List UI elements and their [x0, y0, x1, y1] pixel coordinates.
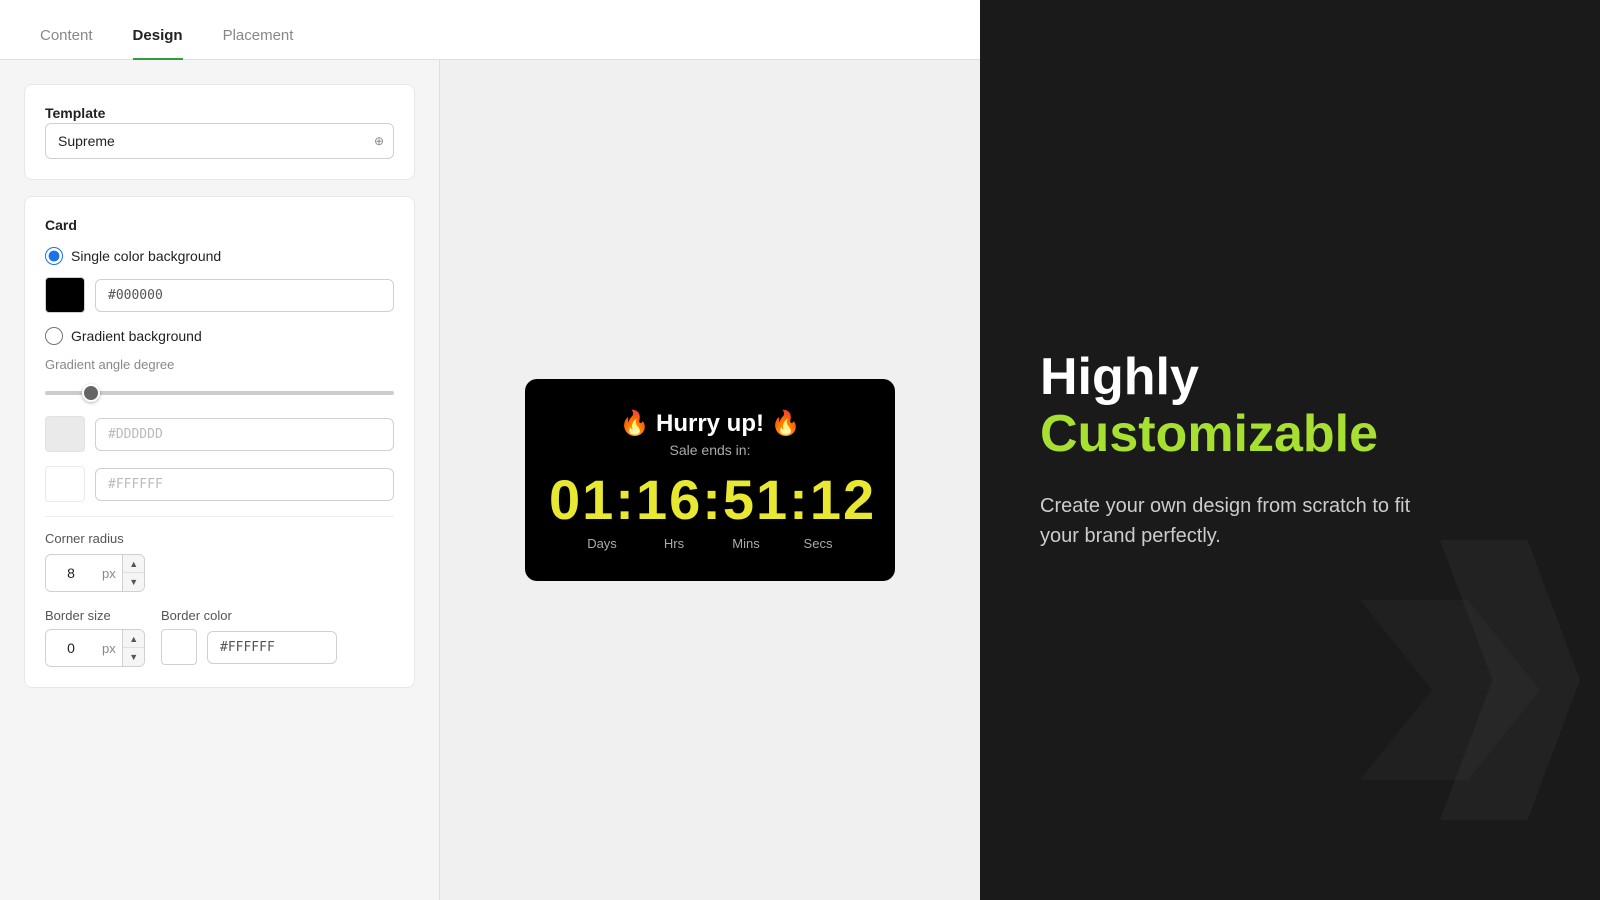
- countdown-label-mins: Mins: [710, 536, 782, 551]
- countdown-label-hrs: Hrs: [638, 536, 710, 551]
- border-size-label: Border size: [45, 608, 145, 623]
- corner-radius-row: px ▲ ▼: [45, 554, 394, 592]
- corner-radius-input-wrapper: px ▲ ▼: [45, 554, 145, 592]
- border-size-unit: px: [96, 641, 122, 656]
- single-color-radio[interactable]: [45, 247, 63, 265]
- border-color-swatch[interactable]: [161, 629, 197, 665]
- gradient-color1-input[interactable]: [95, 418, 394, 451]
- gradient-color2-input[interactable]: [95, 468, 394, 501]
- tab-bar: Content Design Placement: [0, 0, 980, 60]
- border-color-input[interactable]: [207, 631, 337, 664]
- card-section-title: Card: [45, 217, 394, 233]
- border-color-label: Border color: [161, 608, 337, 623]
- tab-placement[interactable]: Placement: [223, 13, 294, 60]
- gradient-angle-slider[interactable]: [45, 391, 394, 395]
- border-size-input[interactable]: [46, 632, 96, 664]
- gradient-angle-container: Gradient angle degree: [45, 357, 394, 400]
- preview-area: 🔥 Hurry up! 🔥 Sale ends in: 01:16:51:12 …: [440, 60, 980, 900]
- countdown-label-secs: Secs: [782, 536, 854, 551]
- border-row: Border size px ▲ ▼ Border color: [45, 608, 394, 667]
- border-size-input-wrapper: px ▲ ▼: [45, 629, 145, 667]
- border-size-down[interactable]: ▼: [123, 648, 145, 666]
- corner-radius-label: Corner radius: [45, 531, 394, 546]
- template-section: Template Supreme Classic Minimal ⊕: [24, 84, 415, 180]
- corner-radius-unit: px: [96, 566, 122, 581]
- countdown-card: 🔥 Hurry up! 🔥 Sale ends in: 01:16:51:12 …: [525, 379, 895, 581]
- gradient-color1-swatch[interactable]: [45, 416, 85, 452]
- card-section: Card Single color background Gradient ba…: [24, 196, 415, 688]
- right-panel: Highly Customizable Create your own desi…: [980, 0, 1600, 900]
- border-color-group: Border color: [161, 608, 337, 667]
- gradient-color2-swatch[interactable]: [45, 466, 85, 502]
- corner-radius-down[interactable]: ▼: [123, 573, 145, 591]
- tab-content[interactable]: Content: [40, 13, 93, 60]
- corner-radius-input[interactable]: [46, 557, 96, 589]
- countdown-title: 🔥 Hurry up! 🔥: [549, 409, 871, 438]
- promo-title-line1: Highly: [1040, 348, 1199, 406]
- border-color-row: [161, 629, 337, 665]
- deco-arrow-2: [1410, 540, 1600, 820]
- template-select[interactable]: Supreme Classic Minimal: [45, 123, 394, 159]
- single-color-swatch[interactable]: [45, 277, 85, 313]
- deco-arrow-1: [1360, 600, 1540, 780]
- gradient-color1-row: [45, 416, 394, 452]
- countdown-timer: 01:16:51:12: [549, 472, 871, 528]
- gradient-radio[interactable]: [45, 327, 63, 345]
- border-size-group: Border size px ▲ ▼: [45, 608, 145, 667]
- promo-description: Create your own design from scratch to f…: [1040, 491, 1440, 551]
- countdown-label-days: Days: [566, 536, 638, 551]
- gradient-label: Gradient background: [71, 328, 202, 344]
- template-label: Template: [45, 105, 105, 121]
- border-size-up[interactable]: ▲: [123, 630, 145, 648]
- promo-title: Highly Customizable: [1040, 349, 1540, 463]
- promo-title-line2: Customizable: [1040, 406, 1540, 463]
- gradient-radio-row[interactable]: Gradient background: [45, 327, 394, 345]
- single-color-picker-row: [45, 277, 394, 313]
- corner-radius-up[interactable]: ▲: [123, 555, 145, 573]
- template-select-wrapper: Supreme Classic Minimal ⊕: [45, 123, 394, 159]
- border-size-steppers: ▲ ▼: [122, 630, 145, 666]
- gradient-color2-row: [45, 466, 394, 502]
- section-divider: [45, 516, 394, 517]
- single-color-hex-input[interactable]: [95, 279, 394, 312]
- gradient-angle-label: Gradient angle degree: [45, 357, 394, 372]
- single-color-radio-row[interactable]: Single color background: [45, 247, 394, 265]
- countdown-subtitle: Sale ends in:: [549, 442, 871, 458]
- corner-radius-steppers: ▲ ▼: [122, 555, 145, 591]
- single-color-label: Single color background: [71, 248, 221, 264]
- settings-panel: Template Supreme Classic Minimal ⊕ Card …: [0, 60, 440, 900]
- tab-design[interactable]: Design: [133, 13, 183, 60]
- countdown-labels: Days Hrs Mins Secs: [549, 536, 871, 551]
